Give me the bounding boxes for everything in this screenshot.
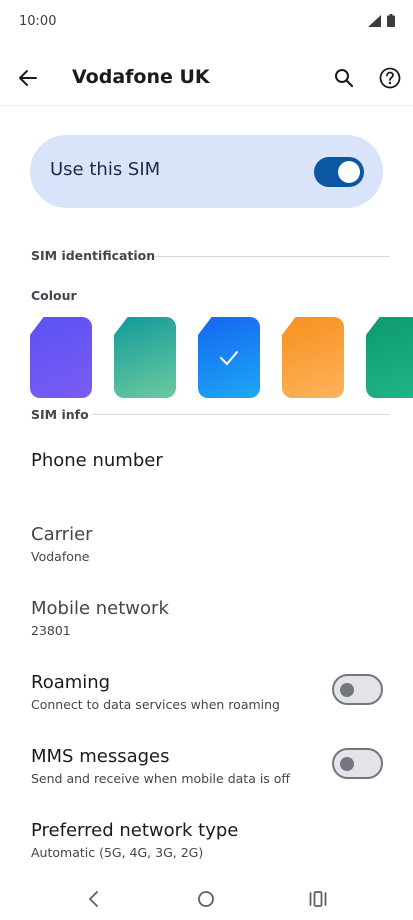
list-item-preferred-network-type[interactable]: Preferred network type Automatic (5G, 4G… bbox=[31, 819, 401, 862]
back-button[interactable] bbox=[12, 62, 44, 94]
list-item-carrier: Carrier Vodafone bbox=[31, 523, 401, 566]
roaming-toggle[interactable] bbox=[332, 674, 383, 705]
colour-swatch-blue[interactable] bbox=[198, 317, 260, 398]
toggle-knob bbox=[340, 683, 354, 697]
colour-swatch-orange[interactable] bbox=[282, 317, 344, 398]
item-value: 23801 bbox=[31, 623, 71, 638]
help-button[interactable] bbox=[374, 62, 406, 94]
nav-recents-button[interactable] bbox=[303, 884, 333, 914]
item-title: Mobile network bbox=[31, 598, 169, 619]
toggle-knob bbox=[340, 757, 354, 771]
arrow-back-icon bbox=[19, 70, 37, 86]
section-title: SIM identification bbox=[31, 248, 156, 263]
item-title: Roaming bbox=[31, 672, 111, 693]
divider bbox=[92, 414, 390, 415]
signal-icon bbox=[368, 14, 381, 27]
item-subtitle: Send and receive when mobile data is off bbox=[31, 771, 291, 786]
divider bbox=[155, 256, 390, 257]
list-item-mms-messages[interactable]: MMS messages Send and receive when mobil… bbox=[31, 745, 321, 788]
nav-back-button[interactable] bbox=[79, 884, 109, 914]
check-icon bbox=[198, 317, 260, 398]
section-header-sim-info: SIM info bbox=[31, 407, 89, 422]
mms-toggle[interactable] bbox=[332, 748, 383, 779]
colour-swatches bbox=[30, 317, 413, 398]
toggle-knob bbox=[338, 161, 360, 183]
list-item-mobile-network: Mobile network 23801 bbox=[31, 597, 401, 640]
item-value: Vodafone bbox=[31, 549, 90, 564]
app-bar: Vodafone UK bbox=[0, 50, 413, 106]
status-bar: 10:00 bbox=[0, 0, 413, 46]
use-sim-label: Use this SIM bbox=[50, 159, 161, 180]
item-subtitle: Connect to data services when roaming bbox=[31, 697, 280, 712]
item-title: MMS messages bbox=[31, 746, 170, 767]
nav-back-icon bbox=[89, 891, 98, 907]
colour-swatch-green[interactable] bbox=[366, 317, 413, 398]
battery-icon bbox=[387, 14, 395, 27]
status-icons bbox=[368, 14, 395, 27]
use-sim-toggle[interactable] bbox=[314, 157, 364, 187]
section-title: SIM info bbox=[31, 407, 89, 422]
nav-home-button[interactable] bbox=[191, 884, 221, 914]
nav-home-icon bbox=[198, 891, 214, 907]
use-sim-card[interactable]: Use this SIM bbox=[30, 135, 383, 208]
item-title: Preferred network type bbox=[31, 820, 239, 841]
list-item-phone-number[interactable]: Phone number bbox=[31, 449, 401, 473]
nav-recents-icon bbox=[309, 891, 327, 907]
item-title: Phone number bbox=[31, 450, 163, 471]
colour-swatch-purple[interactable] bbox=[30, 317, 92, 398]
colour-swatch-teal[interactable] bbox=[114, 317, 176, 398]
help-icon bbox=[379, 67, 401, 89]
item-value: Automatic (5G, 4G, 3G, 2G) bbox=[31, 845, 204, 860]
item-title: Carrier bbox=[31, 524, 93, 545]
page-title: Vodafone UK bbox=[72, 66, 210, 88]
colour-label: Colour bbox=[31, 288, 77, 303]
system-nav-bar bbox=[0, 876, 413, 920]
search-icon bbox=[335, 69, 354, 88]
search-button[interactable] bbox=[328, 62, 360, 94]
section-header-sim-identification: SIM identification bbox=[31, 248, 155, 263]
status-time: 10:00 bbox=[19, 14, 57, 29]
list-item-roaming[interactable]: Roaming Connect to data services when ro… bbox=[31, 671, 321, 714]
